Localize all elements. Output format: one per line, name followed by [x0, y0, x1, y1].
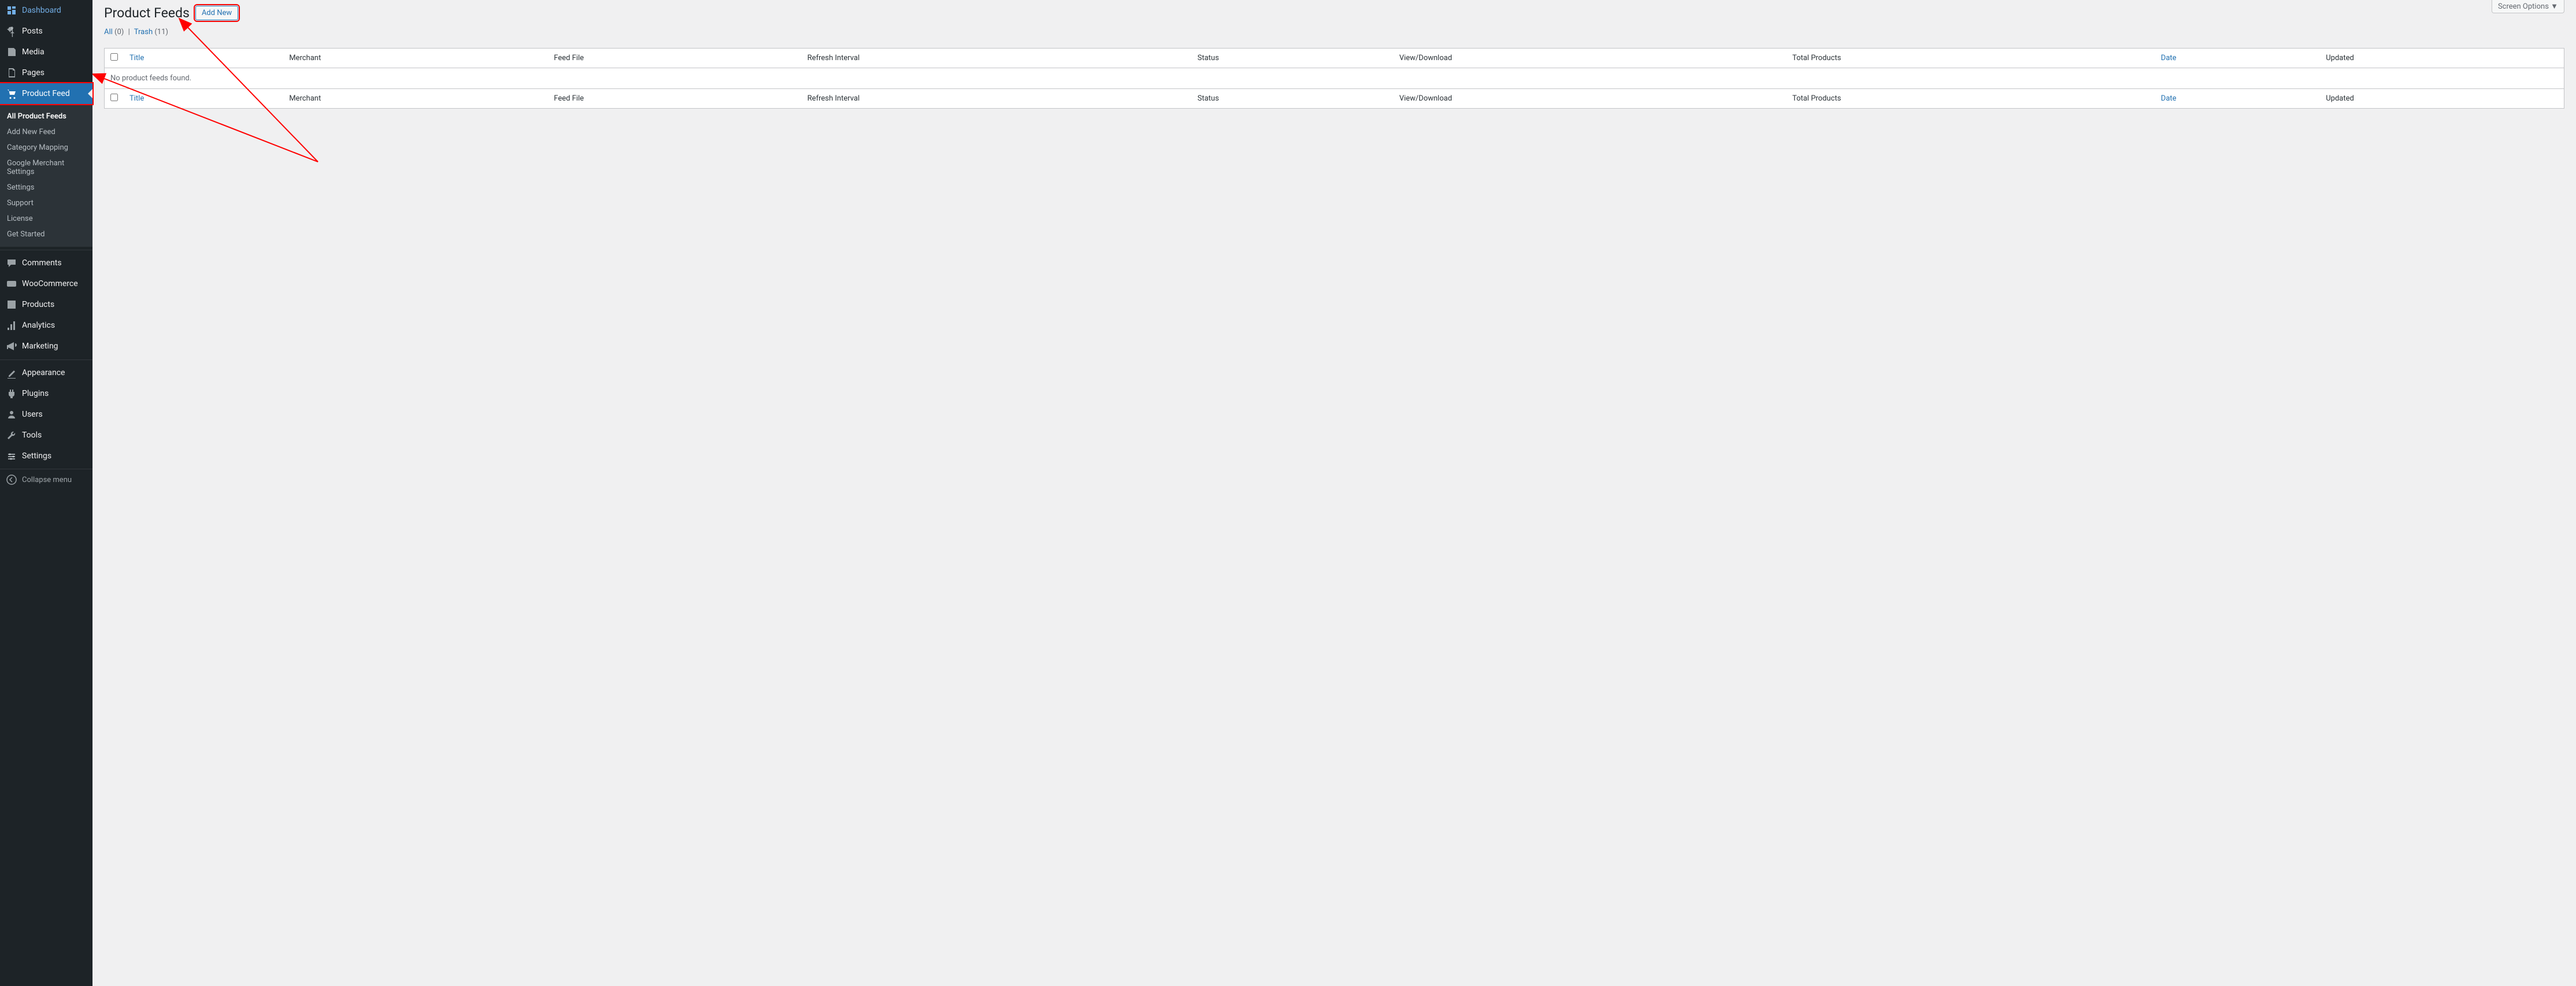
col-status: Status	[1191, 49, 1393, 68]
sidebar-item-posts[interactable]: Posts	[0, 21, 92, 42]
sidebar-item-label: Pages	[22, 68, 45, 77]
submenu-item-add-new-feed[interactable]: Add New Feed	[0, 124, 92, 140]
submenu-item-all-product-feeds[interactable]: All Product Feeds	[0, 109, 92, 124]
col-title-foot[interactable]: Title	[124, 89, 283, 109]
admin-sidebar: Dashboard Posts Media Pages Product Feed All …	[0, 0, 92, 986]
pages-icon	[6, 67, 17, 79]
col-date-foot[interactable]: Date	[2155, 89, 2320, 109]
col-merchant: Merchant	[283, 49, 548, 68]
col-title[interactable]: Title	[124, 49, 283, 68]
collapse-menu-button[interactable]: Collapse menu	[0, 469, 92, 490]
submenu-item-support[interactable]: Support	[0, 195, 92, 211]
dashboard-icon	[6, 5, 17, 16]
sidebar-item-label: WooCommerce	[22, 279, 78, 288]
select-all-header	[105, 49, 124, 68]
media-icon	[6, 46, 17, 58]
sidebar-item-comments[interactable]: Comments	[0, 253, 92, 273]
sidebar-item-analytics[interactable]: Analytics	[0, 315, 92, 336]
sidebar-item-label: Marketing	[22, 342, 58, 351]
filter-trash[interactable]: Trash	[134, 28, 153, 36]
feeds-table: Title Merchant Feed File Refresh Interva…	[104, 48, 2564, 109]
products-icon	[6, 299, 17, 310]
submenu-item-license[interactable]: License	[0, 211, 92, 227]
pin-icon	[6, 25, 17, 37]
submenu-item-settings[interactable]: Settings	[0, 180, 92, 195]
sidebar-item-label: Settings	[22, 451, 51, 461]
cart-icon	[6, 88, 17, 99]
sidebar-item-product-feed[interactable]: Product Feed	[0, 83, 92, 104]
sidebar-item-plugins[interactable]: Plugins	[0, 383, 92, 404]
submenu-item-category-mapping[interactable]: Category Mapping	[0, 140, 92, 155]
submenu-item-google-merchant-settings[interactable]: Google Merchant Settings	[0, 155, 92, 180]
sidebar-submenu: All Product FeedsAdd New FeedCategory Ma…	[0, 104, 92, 247]
plugins-icon	[6, 388, 17, 399]
col-refresh-interval: Refresh Interval	[802, 49, 1192, 68]
sidebar-item-label: Comments	[22, 258, 62, 268]
col-updated: Updated	[2320, 49, 2564, 68]
woo-icon	[6, 278, 17, 290]
list-filters: All (0) | Trash (11)	[104, 28, 2564, 36]
sidebar-item-marketing[interactable]: Marketing	[0, 336, 92, 357]
sidebar-item-settings[interactable]: Settings	[0, 446, 92, 466]
sidebar-item-woocommerce[interactable]: WooCommerce	[0, 273, 92, 294]
sidebar-item-label: Dashboard	[22, 6, 61, 15]
col-view-download: View/Download	[1393, 49, 1786, 68]
sidebar-item-products[interactable]: Products	[0, 294, 92, 315]
sidebar-item-dashboard[interactable]: Dashboard	[0, 0, 92, 21]
appearance-icon	[6, 367, 17, 379]
sidebar-item-media[interactable]: Media	[0, 42, 92, 62]
settings-icon	[6, 450, 17, 462]
comments-icon	[6, 257, 17, 269]
collapse-icon	[6, 474, 17, 485]
sidebar-item-label: Media	[22, 47, 45, 57]
sidebar-item-label: Analytics	[22, 321, 55, 330]
table-row-empty: No product feeds found.	[105, 68, 2564, 89]
col-total-products: Total Products	[1786, 49, 2155, 68]
tools-icon	[6, 429, 17, 441]
sidebar-item-label: Users	[22, 410, 43, 419]
col-date[interactable]: Date	[2155, 49, 2320, 68]
marketing-icon	[6, 340, 17, 352]
col-feed-file: Feed File	[548, 49, 801, 68]
analytics-icon	[6, 320, 17, 331]
sidebar-item-label: Tools	[22, 431, 42, 440]
annotation-arrows	[92, 0, 2576, 986]
filter-all[interactable]: All	[104, 28, 113, 36]
sidebar-item-label: Products	[22, 300, 54, 309]
screen-options-button[interactable]: Screen Options ▼	[2492, 0, 2564, 13]
sidebar-item-label: Plugins	[22, 389, 49, 398]
page-title: Product Feeds	[104, 5, 190, 21]
sidebar-item-label: Appearance	[22, 368, 65, 377]
main-content: Screen Options ▼ Product Feeds Add New A…	[92, 0, 2576, 986]
add-new-button[interactable]: Add New	[195, 6, 238, 20]
sidebar-item-users[interactable]: Users	[0, 404, 92, 425]
submenu-item-get-started[interactable]: Get Started	[0, 227, 92, 242]
users-icon	[6, 409, 17, 420]
sidebar-item-label: Product Feed	[22, 89, 70, 98]
sidebar-item-appearance[interactable]: Appearance	[0, 362, 92, 383]
sidebar-item-pages[interactable]: Pages	[0, 62, 92, 83]
sidebar-item-label: Posts	[22, 27, 43, 36]
select-all-checkbox-bottom[interactable]	[110, 94, 118, 101]
select-all-checkbox-top[interactable]	[110, 53, 118, 61]
collapse-label: Collapse menu	[22, 476, 72, 484]
sidebar-item-tools[interactable]: Tools	[0, 425, 92, 446]
